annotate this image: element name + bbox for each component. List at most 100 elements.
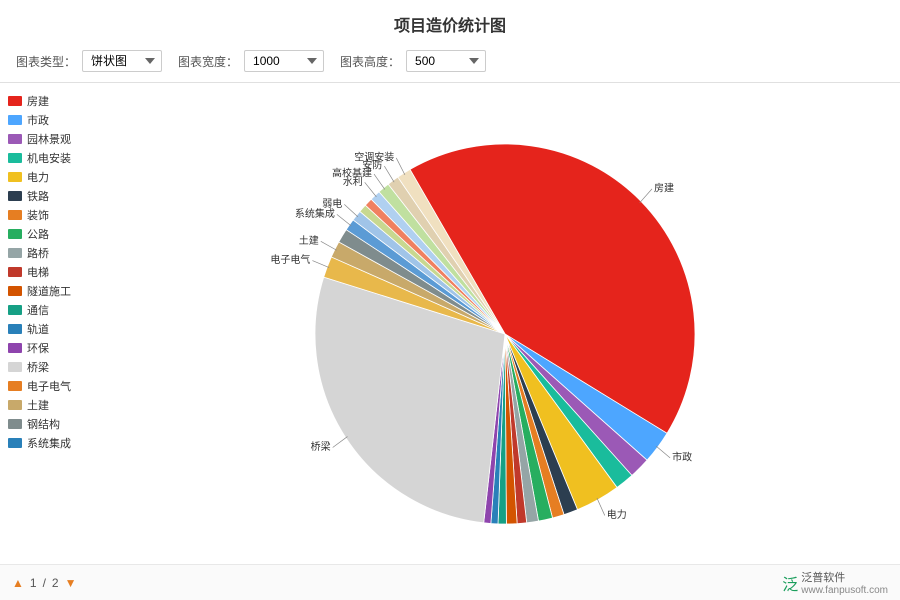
legend-item: 机电安装 <box>8 150 102 166</box>
pie-label-line <box>396 157 405 174</box>
legend-color <box>8 229 22 239</box>
legend-color <box>8 134 22 144</box>
brand: 泛 泛普软件 www.fanpusoft.com <box>782 569 888 596</box>
legend-label: 隧道施工 <box>27 283 71 299</box>
pie-label: 市政 <box>672 450 692 463</box>
legend-color <box>8 248 22 258</box>
brand-icon: 泛 <box>782 571 798 595</box>
legend-item: 电子电气 <box>8 378 102 394</box>
legend-label: 通信 <box>27 302 49 318</box>
pie-label-line <box>337 214 351 226</box>
chart-height-label: 图表高度： <box>340 53 400 70</box>
next-page-button[interactable]: ▼ <box>65 576 77 590</box>
legend-label: 土建 <box>27 397 49 413</box>
pie-label-line <box>656 445 670 457</box>
legend-item: 路桥 <box>8 245 102 261</box>
legend-item: 公路 <box>8 226 102 242</box>
legend-item: 隧道施工 <box>8 283 102 299</box>
pie-label: 房建 <box>654 181 674 194</box>
legend-item: 通信 <box>8 302 102 318</box>
pie-label-line <box>374 174 385 189</box>
legend-item: 市政 <box>8 112 102 128</box>
legend-color <box>8 115 22 125</box>
legend-color <box>8 153 22 163</box>
pie-label-line <box>321 241 337 250</box>
pie-label: 土建 <box>299 233 319 246</box>
legend-color <box>8 267 22 277</box>
legend-label: 市政 <box>27 112 49 128</box>
legend-item: 环保 <box>8 340 102 356</box>
pie-label-line <box>365 182 377 197</box>
legend-label: 桥梁 <box>27 359 49 375</box>
legend-item: 系统集成 <box>8 435 102 451</box>
legend-item: 电力 <box>8 169 102 185</box>
legend-item: 铁路 <box>8 188 102 204</box>
legend-color <box>8 305 22 315</box>
legend-label: 机电安装 <box>27 150 71 166</box>
legend-item: 钢结构 <box>8 416 102 432</box>
page-current: 1 <box>30 576 37 590</box>
legend-item: 装饰 <box>8 207 102 223</box>
pie-label-line <box>384 166 394 182</box>
legend-label: 轨道 <box>27 321 49 337</box>
legend-color <box>8 419 22 429</box>
pie-label: 电力 <box>607 508 627 521</box>
chart-width-label: 图表宽度： <box>178 53 238 70</box>
footer: ▲ 1 / 2 ▼ 泛 泛普软件 www.fanpusoft.com <box>0 564 900 600</box>
toolbar: 图表类型： 饼状图 柱状图 折线图 图表宽度： 1000 800 1200 图表… <box>0 44 900 83</box>
legend-color <box>8 191 22 201</box>
page-title: 项目造价统计图 <box>0 0 900 44</box>
legend-item: 房建 <box>8 93 102 109</box>
legend-color <box>8 343 22 353</box>
legend-color <box>8 381 22 391</box>
legend-label: 公路 <box>27 226 49 242</box>
chart-height-select[interactable]: 500 400 600 <box>406 50 486 72</box>
brand-url: www.fanpusoft.com <box>801 585 888 596</box>
pie-label-line <box>640 188 652 202</box>
chart-area: 房建市政电力桥梁电子电气土建系统集成弱电水利高校基建安防空调安装 <box>110 83 900 564</box>
legend: 房建市政园林景观机电安装电力铁路装饰公路路桥电梯隧道施工通信轨道环保桥梁电子电气… <box>0 83 110 564</box>
pagination: ▲ 1 / 2 ▼ <box>12 576 77 590</box>
legend-color <box>8 362 22 372</box>
legend-label: 钢结构 <box>27 416 60 432</box>
legend-item: 桥梁 <box>8 359 102 375</box>
page-total: 2 <box>52 576 59 590</box>
prev-page-button[interactable]: ▲ <box>12 576 24 590</box>
chart-width-item: 图表宽度： 1000 800 1200 <box>178 50 324 72</box>
legend-label: 环保 <box>27 340 49 356</box>
pie-label-line <box>333 436 348 447</box>
legend-color <box>8 210 22 220</box>
legend-label: 园林景观 <box>27 131 71 147</box>
legend-label: 电梯 <box>27 264 49 280</box>
legend-item: 园林景观 <box>8 131 102 147</box>
page: 项目造价统计图 图表类型： 饼状图 柱状图 折线图 图表宽度： 1000 800… <box>0 0 900 600</box>
chart-height-item: 图表高度： 500 400 600 <box>340 50 486 72</box>
legend-color <box>8 438 22 448</box>
pie-label-line <box>312 260 329 267</box>
legend-label: 电力 <box>27 169 49 185</box>
legend-label: 铁路 <box>27 188 49 204</box>
legend-item: 轨道 <box>8 321 102 337</box>
legend-label: 房建 <box>27 93 49 109</box>
brand-logo: 泛 泛普软件 www.fanpusoft.com <box>782 569 888 596</box>
legend-color <box>8 286 22 296</box>
chart-type-item: 图表类型： 饼状图 柱状图 折线图 <box>16 50 162 72</box>
chart-width-select[interactable]: 1000 800 1200 <box>244 50 324 72</box>
pie-label: 桥梁 <box>311 440 331 453</box>
legend-item: 电梯 <box>8 264 102 280</box>
chart-type-label: 图表类型： <box>16 53 76 70</box>
pie-label-line <box>344 204 358 216</box>
legend-color <box>8 324 22 334</box>
brand-name: 泛普软件 <box>801 569 888 585</box>
pie-label-line <box>597 497 605 514</box>
legend-color <box>8 172 22 182</box>
pie-label: 电子电气 <box>270 253 310 266</box>
pie-chart-svg: 房建市政电力桥梁电子电气土建系统集成弱电水利高校基建安防空调安装 <box>255 104 755 544</box>
content-area: 房建市政园林景观机电安装电力铁路装饰公路路桥电梯隧道施工通信轨道环保桥梁电子电气… <box>0 83 900 564</box>
brand-info: 泛普软件 www.fanpusoft.com <box>801 569 888 596</box>
pie-label: 空调安装 <box>354 150 394 163</box>
chart-type-select[interactable]: 饼状图 柱状图 折线图 <box>82 50 162 72</box>
legend-label: 电子电气 <box>27 378 71 394</box>
legend-color <box>8 96 22 106</box>
legend-label: 路桥 <box>27 245 49 261</box>
